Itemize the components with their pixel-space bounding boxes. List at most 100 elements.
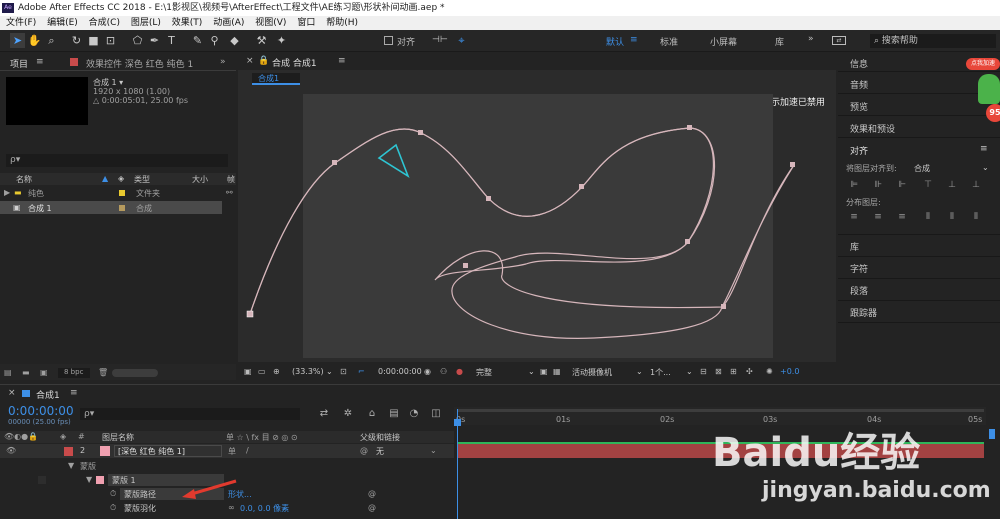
timeline-tab[interactable]: 合成1 <box>36 388 60 401</box>
label-column-icon[interactable]: ◈ <box>118 174 124 183</box>
workspace-small-screen[interactable]: 小屏幕 <box>710 35 737 48</box>
roto-brush-tool-icon[interactable]: ⚒ <box>254 33 269 48</box>
column-type[interactable]: 类型 <box>134 174 150 185</box>
eraser-tool-icon[interactable]: ◆ <box>227 33 242 48</box>
workspace-overflow-icon[interactable]: » <box>808 34 814 44</box>
menu-help[interactable]: 帮助(H) <box>326 18 358 28</box>
rotate-tool-icon[interactable]: ↻ <box>69 33 84 48</box>
panel-menu-icon[interactable]: ≡ <box>36 57 44 67</box>
project-scrollbar[interactable] <box>112 369 158 377</box>
chevron-down-icon[interactable]: ⌄ <box>326 367 333 376</box>
snapshot-camera-icon[interactable]: ◉ <box>424 367 431 376</box>
tracker-panel-tab[interactable]: 跟踪器 <box>850 306 877 319</box>
pickwhip-icon[interactable]: @ <box>368 503 376 512</box>
mask-vertex[interactable] <box>246 310 254 318</box>
playhead-handle[interactable] <box>454 419 461 426</box>
mask-vertex[interactable] <box>332 160 337 165</box>
align-right-icon[interactable]: ⊩ <box>896 180 908 191</box>
info-panel-tab[interactable]: 信息 <box>850 57 868 70</box>
region-of-interest-icon[interactable]: ⌐ <box>358 367 365 376</box>
distribute-h-center-icon[interactable]: ⦀ <box>946 212 958 223</box>
expand-arrow-icon[interactable]: ▼ <box>86 475 92 484</box>
align-to-dropdown[interactable]: 合成 <box>914 163 930 174</box>
snap-checkbox[interactable] <box>384 36 393 45</box>
selection-tool-icon[interactable]: ➤ <box>10 33 25 48</box>
mask-vertex[interactable] <box>687 125 692 130</box>
menu-edit[interactable]: 编辑(E) <box>47 18 78 28</box>
mask-visibility-icon[interactable]: ⊕ <box>273 367 280 376</box>
link-icon[interactable]: ∞ <box>228 503 235 512</box>
project-item-row-selected[interactable]: ▣ 合成 1 合成 <box>0 201 222 214</box>
brush-tool-icon[interactable]: ✎ <box>190 33 205 48</box>
column-name[interactable]: 名称 <box>16 174 32 185</box>
reset-exposure-icon[interactable]: ✣ <box>746 367 753 376</box>
panel-menu-icon[interactable]: ≡ <box>70 388 78 398</box>
expand-arrow-icon[interactable]: ▼ <box>68 461 74 470</box>
camera-tool-icon[interactable]: ■ <box>86 33 101 48</box>
layer-label-color[interactable] <box>64 447 73 456</box>
work-area-end[interactable] <box>989 429 995 439</box>
parent-dropdown[interactable]: 无 <box>376 446 384 457</box>
boost-badge[interactable]: 点我加速 <box>966 58 1000 70</box>
menu-effect[interactable]: 效果(T) <box>172 18 203 28</box>
paragraph-panel-tab[interactable]: 段落 <box>850 284 868 297</box>
composition-mini-flowchart-icon[interactable]: ⇄ <box>318 408 330 420</box>
distribute-left-icon[interactable]: ⦀ <box>922 212 934 223</box>
project-tab[interactable]: 项目 <box>10 57 28 70</box>
project-search-input[interactable]: ρ▾ <box>6 154 228 167</box>
menu-layer[interactable]: 图层(L) <box>131 18 161 28</box>
mask-color-swatch[interactable] <box>96 476 104 484</box>
menu-window[interactable]: 窗口 <box>297 18 315 28</box>
zoom-tool-icon[interactable]: ⌕ <box>44 33 59 48</box>
motion-blur-icon[interactable]: ◔ <box>408 408 420 420</box>
effects-controls-tab[interactable]: 效果控件 深色 红色 纯色 1 <box>86 57 193 70</box>
snap-edges-icon[interactable]: ⊣⊢ <box>432 33 448 48</box>
align-h-center-icon[interactable]: ⊪ <box>872 180 884 191</box>
distribute-right-icon[interactable]: ⦀ <box>970 212 982 223</box>
comp-flowchart-icon[interactable]: ⊠ <box>715 367 722 376</box>
expand-arrow-icon[interactable]: ▶ <box>4 188 10 197</box>
chevron-down-icon[interactable]: ⌄ <box>636 367 643 376</box>
clone-stamp-tool-icon[interactable]: ⚲ <box>207 33 222 48</box>
fit-icon[interactable]: ⊡ <box>340 367 347 376</box>
shape-tool-icon[interactable]: ⬠ <box>130 33 145 48</box>
graph-editor-icon[interactable]: ◫ <box>430 408 442 420</box>
character-panel-tab[interactable]: 字符 <box>850 262 868 275</box>
toggle-pixel-aspect-icon[interactable]: ⊟ <box>700 367 707 376</box>
resolution-dropdown[interactable]: 完整 <box>476 367 492 378</box>
pickwhip-icon[interactable]: @ <box>368 489 376 498</box>
bit-depth-button[interactable]: 8 bpc <box>64 368 83 376</box>
work-area-bar[interactable] <box>458 409 984 412</box>
mask-vertex[interactable] <box>418 130 423 135</box>
panel-menu-icon[interactable]: ≡ <box>980 144 988 154</box>
shy-switch-icon[interactable]: 单 <box>228 446 236 457</box>
mask-vertex[interactable] <box>486 196 491 201</box>
quality-switch-icon[interactable]: / <box>246 446 249 455</box>
pickwhip-icon[interactable]: @ <box>360 446 368 455</box>
transparency-grid-icon[interactable]: ▦ <box>553 367 561 376</box>
mask-feather-value[interactable]: 0.0, 0.0 像素 <box>240 503 289 514</box>
timeline-search-input[interactable]: ρ▾ <box>80 408 300 420</box>
new-composition-icon[interactable]: ▣ <box>40 368 48 377</box>
fast-previews-icon[interactable]: ▣ <box>540 367 548 376</box>
effects-presets-panel-tab[interactable]: 效果和预设 <box>850 122 895 135</box>
ram-preview-icon[interactable]: ▣ <box>244 367 252 376</box>
puppet-tool-icon[interactable]: ✦ <box>274 33 289 48</box>
interpret-footage-icon[interactable]: ▤ <box>4 368 12 377</box>
layer-row[interactable]: 👁 2 [深色 红色 纯色 1] 单 / @ 无 ⌄ <box>0 444 454 458</box>
align-v-center-icon[interactable]: ⊥ <box>946 180 958 191</box>
hide-shy-layers-icon[interactable]: ⌂ <box>366 408 378 420</box>
property-row[interactable]: ⏱ 蒙版羽化 ∞ 0.0, 0.0 像素 @ <box>0 502 454 514</box>
draft-3d-icon[interactable]: ✲ <box>342 408 354 420</box>
visibility-eye-icon[interactable]: 👁 <box>6 446 16 455</box>
menu-animation[interactable]: 动画(A) <box>213 18 244 28</box>
composition-viewer[interactable] <box>238 52 836 382</box>
distribute-top-icon[interactable]: ≡ <box>848 212 860 223</box>
parent-column[interactable]: 父级和链接 <box>360 432 400 443</box>
timeline-icon[interactable]: ⊞ <box>730 367 737 376</box>
mask-name[interactable]: 蒙版 1 <box>112 475 136 486</box>
column-frame-rate[interactable]: 帧 <box>227 174 235 185</box>
new-folder-icon[interactable]: ▬ <box>22 368 30 377</box>
menu-composition[interactable]: 合成(C) <box>89 18 120 28</box>
property-row[interactable]: ▼ 蒙版 <box>0 460 454 472</box>
